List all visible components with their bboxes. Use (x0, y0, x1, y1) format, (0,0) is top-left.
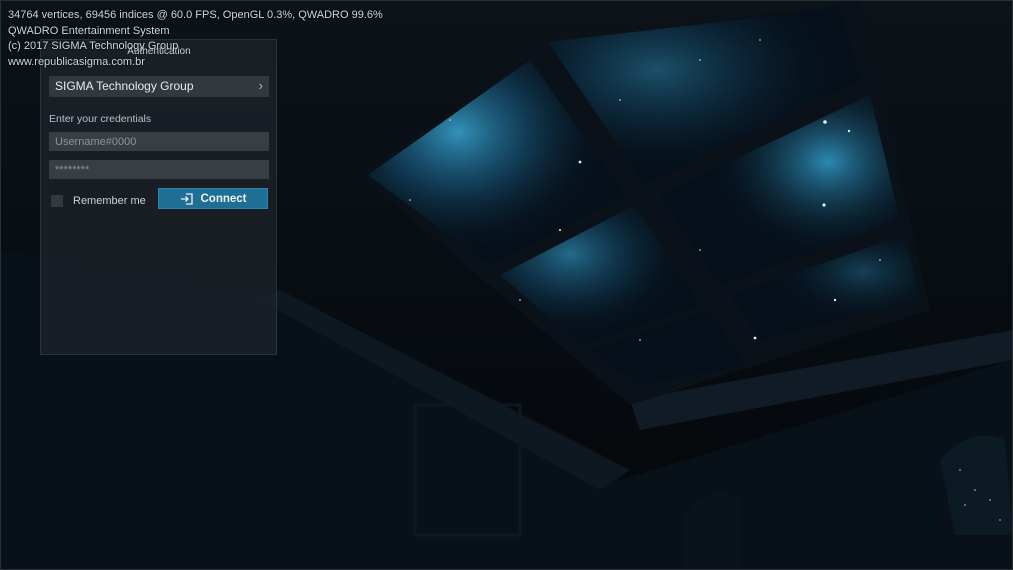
connect-label: Connect (200, 192, 247, 205)
chevron-right-icon: › (258, 78, 263, 93)
login-icon (180, 192, 193, 205)
authentication-panel: Authentication SIGMA Technology Group › … (40, 39, 277, 355)
copyright: (c) 2017 SIGMA Technology Group (8, 40, 179, 52)
remember-checkbox[interactable] (51, 195, 63, 207)
password-input[interactable] (49, 160, 269, 179)
website: www.republicasigma.com.br (8, 55, 145, 68)
credentials-label: Enter your credentials (49, 113, 152, 125)
server-name: SIGMA Technology Group (55, 79, 194, 93)
connect-button[interactable]: Connect (158, 188, 268, 209)
render-stats: 34764 vertices, 69456 indices @ 60.0 FPS… (8, 9, 383, 21)
remember-me: Remember me (49, 192, 146, 210)
server-selector[interactable]: SIGMA Technology Group › (49, 76, 269, 97)
debug-overlay: 34764 vertices, 69456 indices @ 60.0 FPS… (8, 8, 383, 70)
engine-name: QWADRO Entertainment System (8, 24, 170, 37)
remember-label: Remember me (73, 195, 146, 207)
username-input[interactable] (49, 132, 269, 151)
